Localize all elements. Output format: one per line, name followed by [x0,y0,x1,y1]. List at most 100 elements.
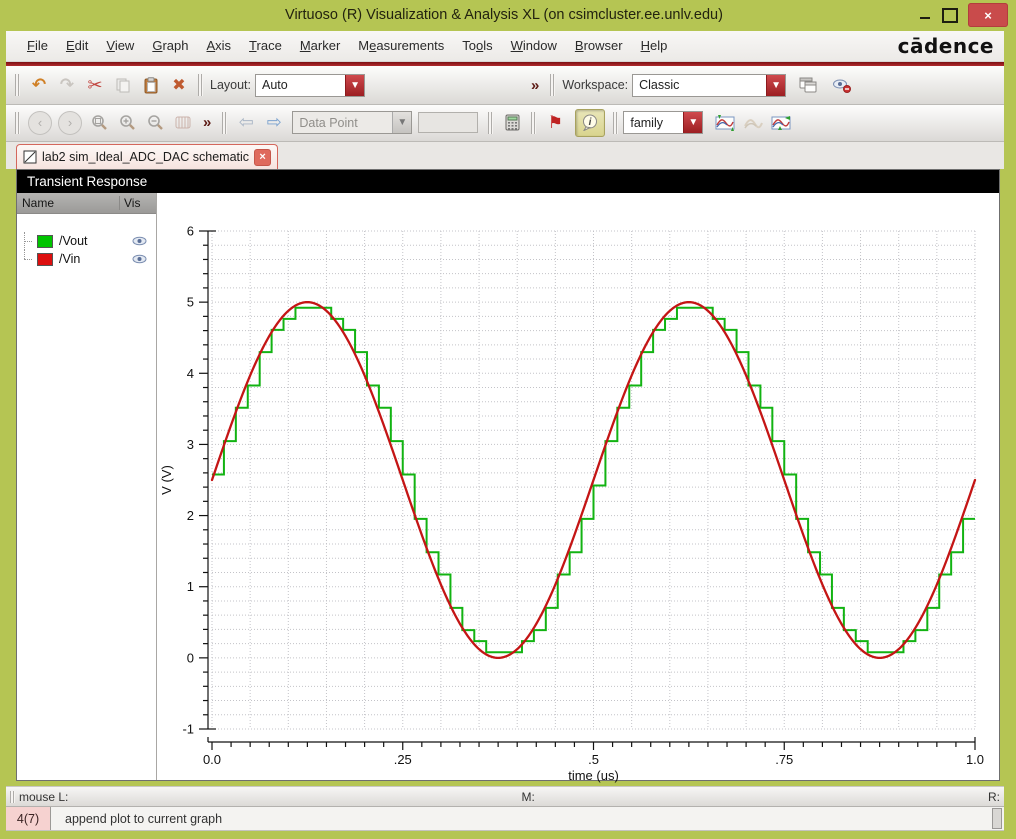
paste-button[interactable] [137,72,165,98]
graph-title-bar[interactable]: Transient Response [17,170,999,194]
cascade-windows-icon [799,77,817,93]
zoom-out-icon [147,115,163,131]
mouse-right-hint: R: [988,789,1000,804]
tree-branch [24,232,34,251]
menu-graph[interactable]: Graph [143,34,197,57]
menu-file[interactable]: File [18,34,57,57]
hide-workspace-button[interactable] [828,72,856,98]
toolbar-grip[interactable] [222,111,228,134]
zoom-in-button [113,110,141,136]
toolbar-grip[interactable] [531,111,537,134]
vout-visibility-toggle[interactable] [132,236,147,246]
save-workspace-button[interactable] [794,72,822,98]
family-dropdown[interactable]: family ▼ [623,111,704,135]
status-badge: 4(7) [6,807,51,831]
graph-tab-icon [23,150,37,164]
svg-text:4: 4 [187,366,194,381]
toolbar-grip[interactable] [550,74,556,97]
copy-icon [116,78,130,93]
undo-button[interactable]: ↶ [25,72,53,98]
trace-label-vout[interactable]: /Vout [59,234,88,248]
workspace-label: Workspace: [562,78,629,93]
layout-dropdown[interactable]: Auto ▼ [255,73,366,97]
toolbar-overflow-button[interactable]: » [197,114,217,131]
forward-button: › [58,110,82,135]
workspace-dropdown[interactable]: Classic ▼ [632,73,787,97]
menu-window[interactable]: Window [502,34,566,57]
prev-icon: ‹ [37,115,43,131]
cut-icon: ✂ [87,74,103,95]
eye-icon [132,255,147,264]
title-bar[interactable]: Virtuoso (R) Visualization & Analysis XL… [0,0,1016,31]
delete-button[interactable]: ✖ [165,72,193,98]
redo-button: ↷ [53,72,81,98]
layout-value: Auto [262,78,288,93]
svg-text:5: 5 [187,295,194,310]
svg-text:1.0: 1.0 [966,752,984,767]
menu-tools[interactable]: Tools [453,34,501,57]
vin-color-swatch[interactable] [37,252,53,266]
toolbar-overflow-button[interactable]: » [525,77,545,94]
overlay-waveform-icon [744,118,764,129]
datapoint-dropdown: Data Point ▼ [292,111,413,135]
delete-icon: ✖ [172,77,186,95]
redo-zoom-button[interactable]: ⇨ [260,110,288,136]
plot-canvas[interactable]: -1 0 1 2 3 4 5 6 0.0 .25 .5 .75 1.0 time (us) V (V) [157,193,999,784]
menu-view[interactable]: View [97,34,143,57]
chevron-down-icon: ▼ [392,112,412,134]
menu-axis[interactable]: Axis [197,34,240,57]
toolbar-grip[interactable] [15,74,20,97]
toolbar-grip[interactable] [613,111,619,134]
maximize-button[interactable] [942,7,958,23]
close-button[interactable]: × [968,3,1008,28]
marker-flag-button[interactable]: ⚑ [541,110,569,136]
label-balloon-toggle[interactable]: i [575,108,606,137]
toolbar-grip[interactable] [488,111,494,134]
waveform-chart[interactable]: -1 0 1 2 3 4 5 6 0.0 .25 .5 .75 1.0 time (us) V (V) [157,193,999,784]
toolbar-grip[interactable] [198,74,203,97]
menu-bar: File Edit View Graph Axis Trace Marker Measurem… [6,30,1004,63]
legend-vis-header: Vis [119,196,156,211]
undo-zoom-button: ⇦ [232,110,260,136]
minimize-button[interactable] [918,8,932,22]
replace-plot-button[interactable] [767,110,795,136]
cadence-logo: cādence [897,34,994,59]
menu-trace[interactable]: Trace [240,34,291,57]
flag-icon: ⚑ [547,112,563,132]
svg-text:0: 0 [187,651,194,666]
tab-close-button[interactable]: × [254,148,272,166]
svg-text:V (V): V (V) [159,466,174,496]
chevron-down-icon: ▼ [766,74,786,96]
menu-marker[interactable]: Marker [291,34,349,57]
trace-row-vout[interactable]: /Vout [17,232,156,251]
svg-text:3: 3 [187,437,194,452]
svg-text:2: 2 [187,508,194,523]
menu-help[interactable]: Help [632,34,677,57]
cut-button[interactable]: ✂ [81,72,109,98]
zoom-fit-icon [91,115,107,131]
vin-visibility-toggle[interactable] [132,254,147,264]
status-scrollbar[interactable] [992,808,1002,830]
trace-label-vin[interactable]: /Vin [59,252,80,266]
chevron-down-icon: ▼ [683,112,703,134]
svg-text:time (us): time (us) [568,768,619,783]
menu-browser[interactable]: Browser [566,34,632,57]
append-plot-button[interactable] [711,110,739,136]
eye-icon [132,237,147,246]
legend-name-header: Name [22,196,55,211]
trace-row-vin[interactable]: /Vin [17,250,156,268]
zoom-undo-icon: ⇦ [238,112,254,133]
append-waveform-icon [715,114,735,131]
tab-sim-ideal-adc-dac[interactable]: lab2 sim_Ideal_ADC_DAC schematic × [16,144,279,170]
layout-label: Layout: [210,78,252,93]
main-toolbar: ↶ ↷ ✂ ✖ Layout: Auto ▼ » Workspace: Clas… [6,66,1004,105]
copy-button [109,72,137,98]
vout-color-swatch[interactable] [37,234,53,248]
menu-measurements[interactable]: Measurements [349,34,453,57]
toolbar-grip[interactable] [15,111,20,134]
svg-text:.5: .5 [588,752,599,767]
calculator-button[interactable] [498,110,526,136]
menu-edit[interactable]: Edit [57,34,97,57]
family-value: family [630,115,663,130]
mouse-left-hint: mouse L: [19,789,69,804]
